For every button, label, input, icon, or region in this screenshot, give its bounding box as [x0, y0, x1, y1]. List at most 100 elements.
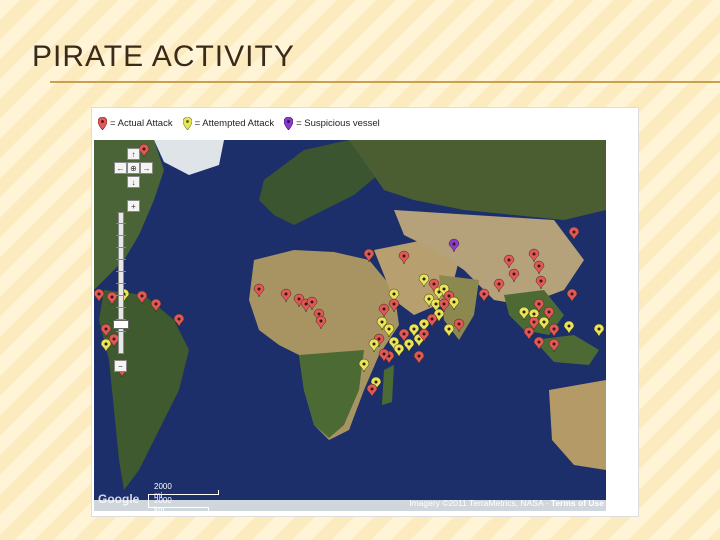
map-surface — [94, 140, 606, 511]
marker-dot — [542, 320, 546, 324]
pan-up-button[interactable]: ↑ — [127, 148, 140, 160]
marker-dot — [417, 337, 421, 341]
terms-of-use-link[interactable]: Terms of Use — [551, 498, 604, 508]
marker-dot — [482, 292, 486, 296]
marker-dot — [402, 254, 406, 258]
title-divider — [50, 81, 720, 83]
marker-dot — [104, 327, 108, 331]
marker-dot — [310, 300, 314, 304]
marker-dot — [532, 252, 536, 256]
marker-dot — [442, 287, 446, 291]
marker-dot — [397, 347, 401, 351]
marker-dot — [367, 252, 371, 256]
marker-dot — [377, 337, 381, 341]
marker-dot — [392, 302, 396, 306]
marker-dot — [104, 342, 108, 346]
marker-dot — [422, 332, 426, 336]
pan-right-button[interactable]: → — [140, 162, 153, 174]
marker-dot — [552, 327, 556, 331]
marker-dot — [430, 317, 434, 321]
marker-dot — [392, 292, 396, 296]
marker-dot — [319, 319, 323, 323]
yellow-pin-icon — [182, 116, 192, 130]
legend-item-actual: = Actual Attack — [98, 116, 173, 130]
marker-dot — [402, 332, 406, 336]
zoom-in-button[interactable]: + — [127, 200, 140, 212]
zoom-out-button[interactable]: − — [114, 360, 127, 372]
marker-dot — [412, 327, 416, 331]
marker-dot — [387, 327, 391, 331]
marker-dot — [427, 297, 431, 301]
marker-dot — [417, 354, 421, 358]
pan-center-button[interactable]: ⊕ — [127, 162, 140, 174]
marker-dot — [97, 292, 101, 296]
marker-dot — [447, 327, 451, 331]
marker-dot — [437, 312, 441, 316]
pan-down-button[interactable]: ↓ — [127, 176, 140, 188]
marker-dot — [512, 272, 516, 276]
google-logo[interactable]: Google — [98, 492, 139, 506]
marker-dot — [539, 279, 543, 283]
marker-dot — [142, 147, 146, 151]
marker-dot — [257, 287, 261, 291]
marker-dot — [532, 320, 536, 324]
marker-dot — [537, 264, 541, 268]
purple-pin-icon — [284, 116, 294, 130]
marker-dot — [457, 322, 461, 326]
world-map[interactable]: ↑ ← ⊕ → ↓ + − 2000 mi 2000 km Google Ima… — [94, 140, 606, 511]
marker-dot — [284, 292, 288, 296]
marker-dot — [154, 302, 158, 306]
marker-dot — [537, 340, 541, 344]
scale-label-km: 2000 km — [154, 496, 172, 511]
marker-dot — [452, 300, 456, 304]
marker-dot — [374, 380, 378, 384]
marker-dot — [572, 230, 576, 234]
marker-dot — [297, 297, 301, 301]
red-pin-icon — [98, 116, 107, 130]
marker-dot — [597, 327, 601, 331]
marker-dot — [537, 302, 541, 306]
map-legend: = Actual Attack = Attempted Attack = Sus… — [98, 112, 380, 134]
marker-dot — [447, 294, 451, 298]
marker-dot — [532, 312, 536, 316]
marker-dot — [422, 277, 426, 281]
attribution-imagery: Imagery ©2011 TerraMetrics, NASA — [409, 498, 544, 508]
zoom-slider-handle[interactable] — [113, 320, 129, 329]
marker-dot — [380, 320, 384, 324]
legend-item-suspicious: = Suspicious vessel — [284, 116, 380, 130]
marker-dot — [547, 310, 551, 314]
marker-dot — [382, 307, 386, 311]
legend-label-attempted: = Attempted Attack — [194, 117, 275, 129]
marker-dot — [110, 295, 114, 299]
marker-dot — [362, 362, 366, 366]
marker-dot — [140, 294, 144, 298]
marker-dot — [552, 342, 556, 346]
legend-label-actual: = Actual Attack — [110, 117, 173, 129]
marker-dot — [392, 340, 396, 344]
map-frame: = Actual Attack = Attempted Attack = Sus… — [92, 108, 638, 516]
marker-dot — [567, 324, 571, 328]
marker-dot — [522, 310, 526, 314]
marker-dot — [422, 322, 426, 326]
marker-dot — [432, 282, 436, 286]
marker-dot — [497, 282, 501, 286]
marker-dot — [382, 352, 386, 356]
marker-dot — [507, 258, 511, 262]
marker-dot — [370, 387, 374, 391]
legend-label-suspicious: = Suspicious vessel — [296, 117, 380, 129]
marker-dot — [317, 312, 321, 316]
marker-dot — [570, 292, 574, 296]
legend-item-attempted: = Attempted Attack — [182, 116, 275, 130]
pan-left-button[interactable]: ← — [114, 162, 127, 174]
marker-dot — [372, 342, 376, 346]
marker-dot — [442, 302, 446, 306]
slide-title: PIRATE ACTIVITY — [32, 40, 295, 73]
marker-dot — [177, 317, 181, 321]
map-attribution: Imagery ©2011 TerraMetrics, NASA - Terms… — [409, 498, 604, 508]
marker-dot — [527, 330, 531, 334]
marker-dot — [434, 302, 438, 306]
marker-dot — [452, 242, 456, 246]
zoom-slider-track[interactable] — [116, 212, 126, 354]
marker-dot — [407, 342, 411, 346]
marker-dot — [112, 337, 116, 341]
